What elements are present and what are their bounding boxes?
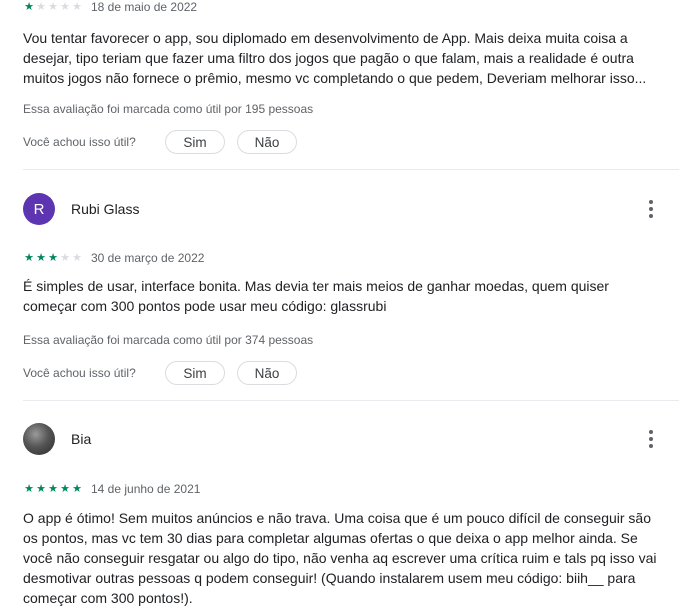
review-text: É simples de usar, interface bonita. Mas…: [23, 278, 609, 314]
star-icon: ★: [36, 252, 46, 264]
star-icon: ★: [24, 1, 34, 13]
more-vert-icon[interactable]: [639, 197, 663, 221]
helpful-count: Essa avaliação foi marcada como útil por…: [23, 333, 314, 347]
star-icon: ★: [72, 1, 82, 13]
star-icon: ★: [60, 1, 70, 13]
more-vert-icon[interactable]: [639, 427, 663, 451]
rating-row: ★ ★ ★ ★ ★ 14 de junho de 2021: [23, 481, 200, 497]
helpful-row: Você achou isso útil? Sim Não: [23, 130, 297, 154]
review-text: O app é ótimo! Sem muitos anúncios e não…: [23, 510, 657, 606]
divider: [23, 169, 679, 170]
star-icon: ★: [36, 483, 46, 495]
no-button[interactable]: Não: [237, 361, 297, 385]
yes-button[interactable]: Sim: [165, 130, 225, 154]
helpful-count: Essa avaliação foi marcada como útil por…: [23, 102, 314, 116]
rating-row: ★ ★ ★ ★ ★ 18 de maio de 2022: [23, 0, 197, 15]
star-rating: ★ ★ ★ ★ ★: [23, 252, 83, 264]
star-rating: ★ ★ ★ ★ ★: [23, 1, 83, 13]
yes-button[interactable]: Sim: [165, 361, 225, 385]
avatar: R: [23, 193, 55, 225]
author-name: Bia: [71, 431, 92, 447]
rating-row: ★ ★ ★ ★ ★ 30 de março de 2022: [23, 250, 204, 266]
author-name: Rubi Glass: [71, 201, 140, 217]
divider: [23, 400, 679, 401]
review-header: Bia: [23, 422, 91, 456]
helpful-question: Você achou isso útil?: [23, 135, 136, 149]
star-icon: ★: [36, 1, 46, 13]
avatar: [23, 423, 55, 455]
review-header: R Rubi Glass: [23, 192, 139, 226]
no-button[interactable]: Não: [237, 130, 297, 154]
review-date: 14 de junho de 2021: [91, 482, 201, 496]
star-icon: ★: [60, 252, 70, 264]
star-icon: ★: [48, 1, 58, 13]
review-date: 18 de maio de 2022: [91, 0, 198, 14]
star-icon: ★: [24, 252, 34, 264]
helpful-row: Você achou isso útil? Sim Não: [23, 361, 297, 385]
helpful-question: Você achou isso útil?: [23, 366, 136, 380]
review-date: 30 de março de 2022: [91, 251, 205, 265]
star-rating: ★ ★ ★ ★ ★: [23, 483, 83, 495]
star-icon: ★: [48, 252, 58, 264]
star-icon: ★: [24, 483, 34, 495]
star-icon: ★: [48, 483, 58, 495]
star-icon: ★: [60, 483, 70, 495]
star-icon: ★: [72, 483, 82, 495]
review-text: Vou tentar favorecer o app, sou diplomad…: [23, 30, 647, 86]
star-icon: ★: [72, 252, 82, 264]
